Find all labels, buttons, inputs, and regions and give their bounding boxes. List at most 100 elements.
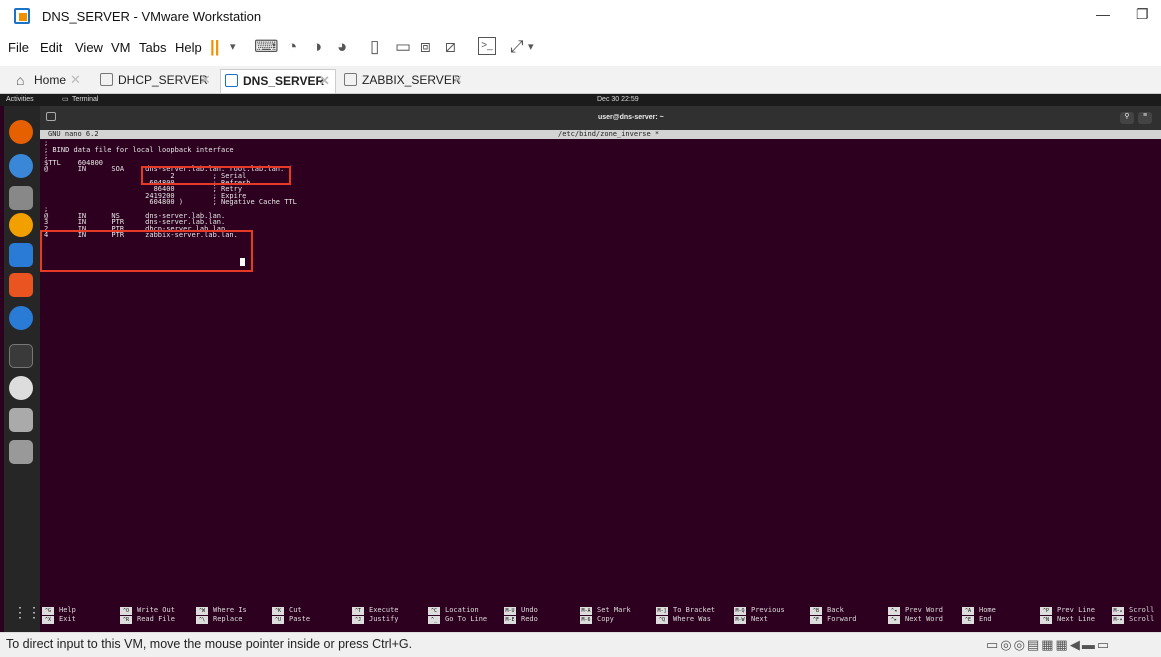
ubuntu-dock: ⋮⋮	[4, 106, 41, 632]
shortcut-item[interactable]: M-6 Copy	[580, 615, 631, 624]
app-menu-label[interactable]: Terminal	[72, 96, 98, 103]
trash-icon[interactable]	[9, 440, 33, 464]
close-icon[interactable]: ✕	[452, 69, 463, 91]
chevron-down-icon[interactable]: ▾	[528, 37, 534, 57]
close-icon[interactable]: ✕	[319, 70, 330, 92]
chevron-down-icon[interactable]: ▾	[230, 37, 236, 57]
shortcut-item[interactable]: ^X Exit	[42, 615, 76, 624]
shortcut-item[interactable]: M-W Next	[734, 615, 785, 624]
shortcut-key: M-U	[504, 607, 516, 615]
thunderbird-icon[interactable]	[9, 154, 33, 178]
shortcut-item[interactable]: ^F Forward	[810, 615, 857, 624]
shortcut-item[interactable]: M-Q Previous	[734, 606, 785, 615]
tab-dhcp-server[interactable]: DHCP_SERVER ✕	[96, 69, 216, 93]
shortcut-label: Exit	[59, 615, 76, 623]
shortcut-item[interactable]: ^E End	[962, 615, 996, 624]
shortcut-item[interactable]: ^_ Go To Line	[428, 615, 487, 624]
menu-help[interactable]: Help	[175, 40, 202, 55]
shortcut-label: Where Was	[673, 615, 711, 623]
minimize-button[interactable]: —	[1096, 6, 1110, 22]
shortcut-item[interactable]: ^O Write Out	[120, 606, 175, 615]
shortcut-item[interactable]: ^U Paste	[272, 615, 310, 624]
shortcut-label: Next Line	[1057, 615, 1095, 623]
disc-icon[interactable]	[9, 376, 33, 400]
shortcut-key: ^C	[428, 607, 440, 615]
rhythmbox-icon[interactable]	[9, 213, 33, 237]
shortcut-item[interactable]: ^K Cut	[272, 606, 310, 615]
snapshot-manager-icon[interactable]: ◕	[337, 37, 347, 57]
shortcut-item[interactable]: ^▸ Next Word	[888, 615, 943, 624]
shortcut-item[interactable]: ^W Where Is	[196, 606, 247, 615]
shortcut-key: ^N	[1040, 616, 1052, 624]
stretch-icon[interactable]: ⤢	[510, 37, 524, 57]
shortcut-item[interactable]: ^◂ Prev Word	[888, 606, 943, 615]
close-icon[interactable]: ✕	[200, 69, 211, 91]
shortcut-item[interactable]: ^Q Where Was	[656, 615, 715, 624]
shortcut-item[interactable]: M-E Redo	[504, 615, 538, 624]
send-keys-icon[interactable]: ⌨	[254, 37, 279, 57]
show-apps-icon[interactable]: ⋮⋮	[13, 604, 41, 621]
thumbnail-bar-icon[interactable]: ▭	[395, 37, 411, 57]
shortcut-label: Undo	[521, 606, 538, 614]
firefox-icon[interactable]	[9, 120, 33, 144]
terminal-title: user@dns-server: ~	[598, 114, 664, 121]
shortcut-item[interactable]: ^\ Replace	[196, 615, 247, 624]
shortcut-label: Write Out	[137, 606, 175, 614]
help-icon[interactable]	[9, 306, 33, 330]
restore-button[interactable]: ❐	[1136, 6, 1149, 23]
shortcut-key: M-Q	[734, 607, 746, 615]
shortcut-item[interactable]: ^G Help	[42, 606, 76, 615]
shortcut-item[interactable]: M-U Undo	[504, 606, 538, 615]
shortcut-item[interactable]: ^J Justify	[352, 615, 399, 624]
snapshot-icon[interactable]: ◔	[287, 37, 297, 57]
new-tab-icon[interactable]	[46, 112, 56, 121]
shortcut-item[interactable]: ^T Execute	[352, 606, 399, 615]
pause-icon[interactable]: ||	[210, 37, 220, 57]
shortcut-item[interactable]: ^C Location	[428, 606, 487, 615]
shortcut-group: M-] To Bracket ^Q Where Was	[656, 606, 715, 624]
writer-icon[interactable]	[9, 243, 33, 267]
terminal-icon[interactable]	[9, 344, 33, 368]
shortcut-item[interactable]: M-▾ Scroll	[1112, 615, 1154, 624]
menu-file[interactable]: File	[8, 40, 29, 55]
shortcut-key: ^O	[120, 607, 132, 615]
shortcut-item[interactable]: ^P Prev Line	[1040, 606, 1095, 615]
vm-tab-bar: ⌂ Home ✕ DHCP_SERVER ✕ DNS_SERVER ✕ ZABB…	[0, 66, 1161, 94]
device-status-icons[interactable]: ▭◎◎▤▦▦◀▬▭	[986, 637, 1111, 653]
menu-edit[interactable]: Edit	[40, 40, 62, 55]
shortcut-item[interactable]: M-▴ Scroll	[1112, 606, 1154, 615]
sidebar-toggle-icon[interactable]: ▯	[370, 37, 379, 57]
gnome-top-bar: Activities ▭ Terminal Dec 30 22:59	[0, 94, 1161, 106]
close-icon[interactable]: ✕	[70, 69, 81, 91]
tab-label: DNS_SERVER	[243, 74, 325, 88]
menu-view[interactable]: View	[75, 40, 103, 55]
shortcut-item[interactable]: ^R Read File	[120, 615, 175, 624]
fullscreen-icon[interactable]: ⧈	[420, 37, 431, 57]
vmware-app-icon	[14, 8, 30, 24]
status-message: To direct input to this VM, move the mou…	[6, 637, 413, 651]
revert-snapshot-icon[interactable]: ◑	[312, 37, 322, 57]
menu-icon[interactable]: ≡	[1138, 112, 1152, 124]
shortcut-item[interactable]: M-] To Bracket	[656, 606, 715, 615]
shortcut-item[interactable]: ^B Back	[810, 606, 857, 615]
shortcut-label: Location	[445, 606, 479, 614]
software-icon[interactable]	[9, 273, 33, 297]
shortcut-item[interactable]: ^A Home	[962, 606, 996, 615]
tab-home[interactable]: ⌂ Home ✕	[14, 69, 94, 93]
menu-vm[interactable]: VM	[111, 40, 131, 55]
shortcut-group: M-U Undo M-E Redo	[504, 606, 538, 624]
tab-dns-server[interactable]: DNS_SERVER ✕	[220, 69, 336, 93]
shortcut-item[interactable]: ^N Next Line	[1040, 615, 1095, 624]
shortcut-item[interactable]: M-A Set Mark	[580, 606, 631, 615]
menu-tabs[interactable]: Tabs	[139, 40, 166, 55]
unity-icon[interactable]: ⧄	[445, 37, 456, 57]
console-view-icon[interactable]: >_	[478, 37, 496, 55]
search-icon[interactable]: ⚲	[1120, 112, 1134, 124]
clock[interactable]: Dec 30 22:59	[597, 96, 639, 103]
tab-zabbix-server[interactable]: ZABBIX_SERVER ✕	[340, 69, 470, 93]
shortcut-key: M-W	[734, 616, 746, 624]
activities-button[interactable]: Activities	[6, 96, 34, 103]
shortcut-group: ^G Help ^X Exit	[42, 606, 76, 624]
drive-icon[interactable]	[9, 408, 33, 432]
files-icon[interactable]	[9, 186, 33, 210]
